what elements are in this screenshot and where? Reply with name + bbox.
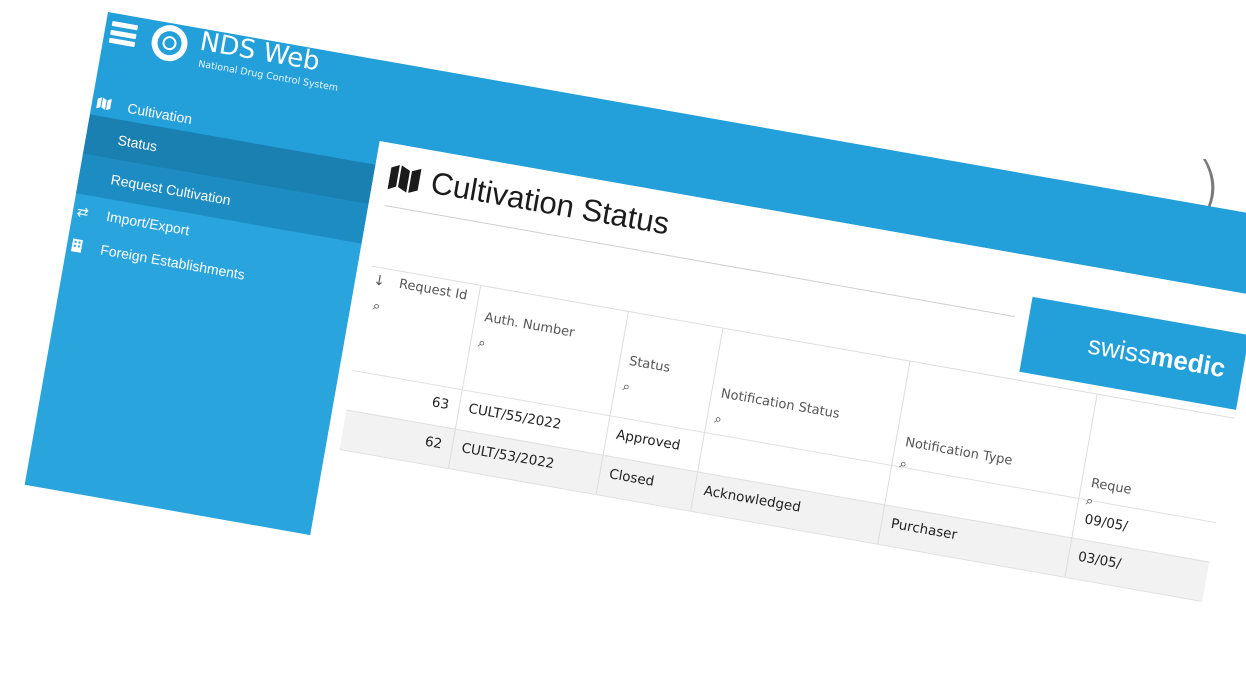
cell-auth-number: CULT/55/2022 (467, 400, 563, 433)
cell-request-id: 62 (423, 433, 444, 453)
column-header-auth-number[interactable]: Auth. Number (483, 310, 575, 341)
screenshot-stage: ) ) NDS Web National Drug Control System… (0, 0, 1246, 673)
app-window: NDS Web National Drug Control System Cul… (24, 12, 1246, 673)
map-icon (95, 96, 113, 111)
sort-down-icon[interactable]: ↓ (372, 272, 386, 290)
search-icon[interactable]: ⌕ (713, 412, 723, 428)
search-icon[interactable]: ⌕ (1085, 493, 1095, 509)
column-header-notification-status[interactable]: Notification Status (720, 386, 841, 422)
search-icon[interactable]: ⌕ (477, 335, 487, 351)
cell-request-date: 03/05/ (1076, 548, 1123, 573)
exchange-icon: ⇄ (75, 202, 91, 221)
column-header-notification-type[interactable]: Notification Type (904, 435, 1014, 469)
search-icon[interactable]: ⌕ (621, 379, 631, 395)
cell-status: Approved (614, 426, 682, 454)
hamburger-menu-icon[interactable] (108, 20, 139, 48)
map-icon (387, 162, 423, 195)
column-header-request-date[interactable]: Reque (1090, 476, 1133, 498)
column-notification-type: Notification Type ⌕ Purchaser (877, 360, 1098, 577)
cell-notification-status: Acknowledged (702, 482, 802, 516)
column-header-request-id[interactable]: Request Id (398, 277, 469, 304)
search-icon[interactable]: ⌕ (372, 299, 382, 315)
nds-logo-icon (148, 22, 191, 65)
cell-auth-number: CULT/53/2022 (460, 440, 556, 473)
building-icon (68, 237, 86, 253)
cell-request-id: 63 (430, 394, 451, 414)
search-icon[interactable]: ⌕ (898, 456, 908, 472)
column-header-status[interactable]: Status (628, 354, 671, 376)
cell-request-date: 09/05/ (1083, 511, 1129, 535)
cell-status: Closed (607, 466, 656, 490)
sidebar-item-label: Import/Export (105, 207, 191, 239)
cell-notification-type: Purchaser (889, 515, 959, 544)
column-notification-status: Notification Status ⌕ Acknowledged (690, 327, 911, 544)
sidebar-item-label: Status (116, 131, 159, 155)
